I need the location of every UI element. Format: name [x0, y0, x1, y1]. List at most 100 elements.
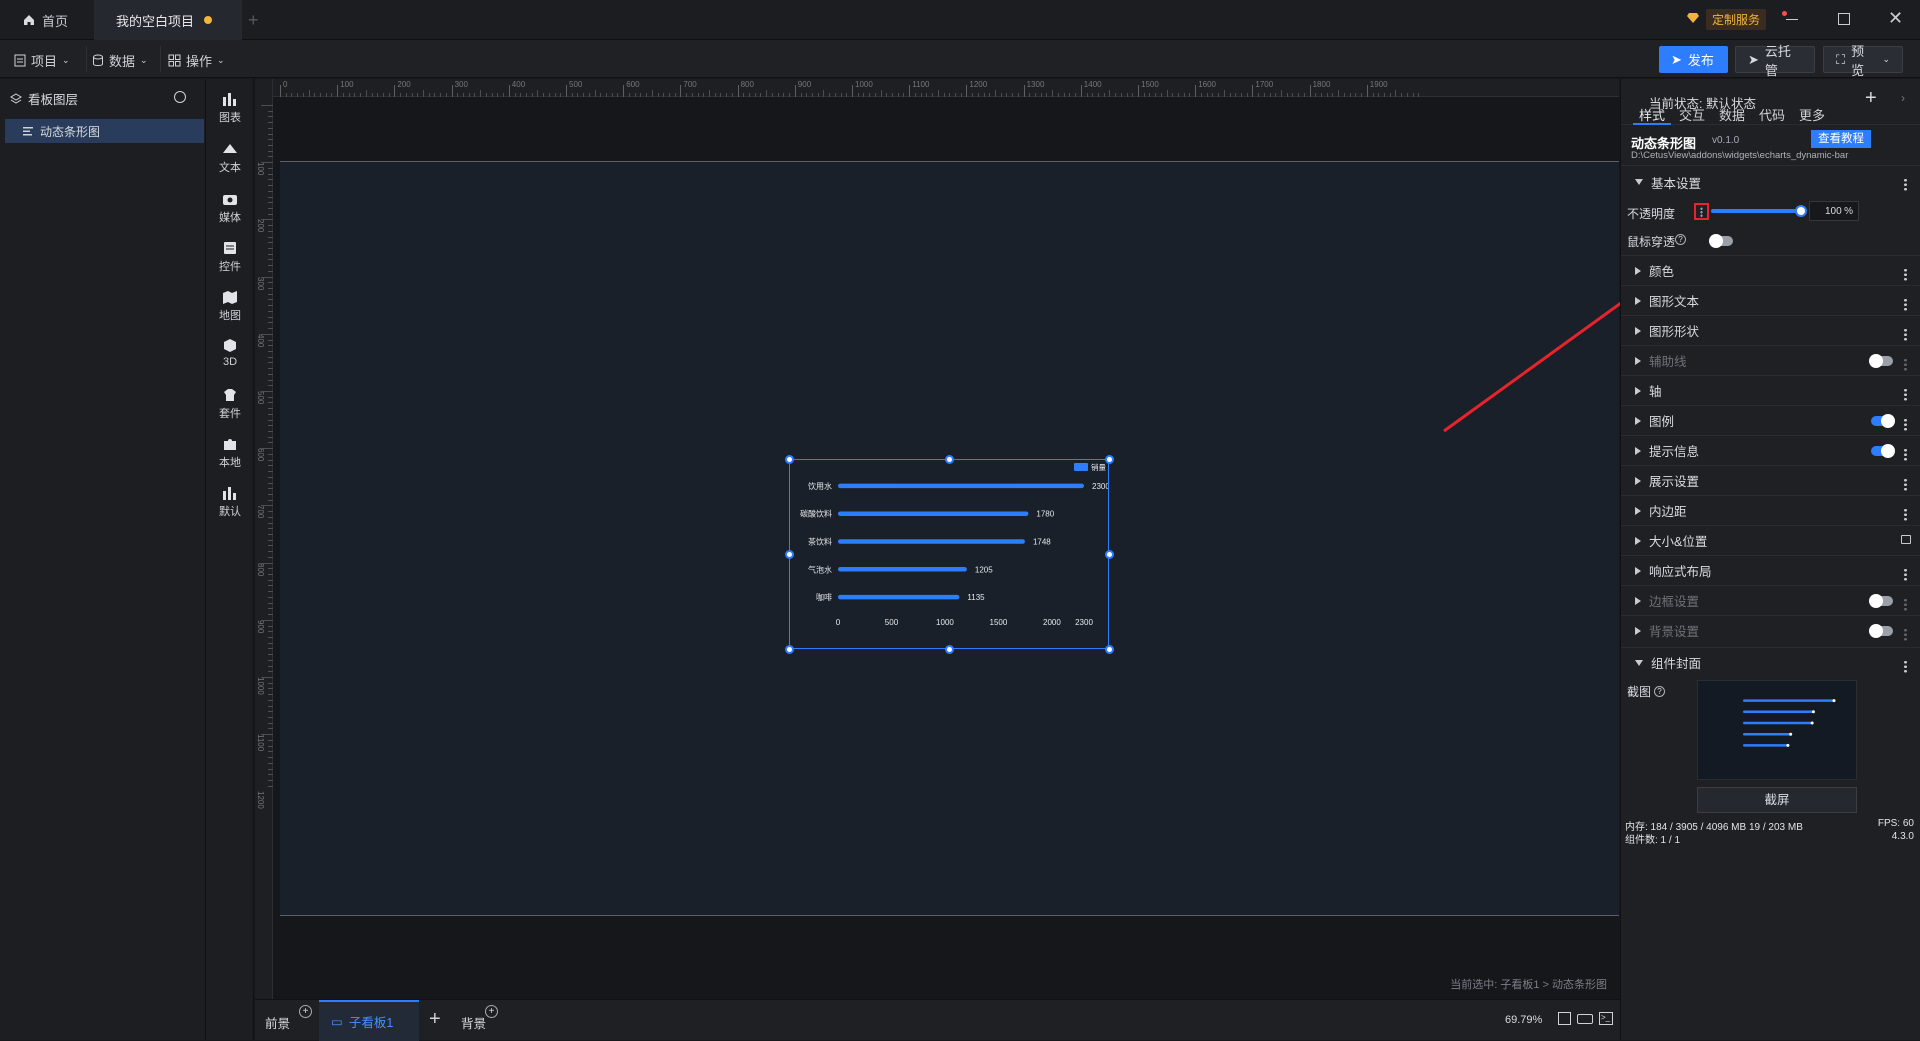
resize-handle[interactable]	[785, 455, 794, 464]
foreground-tab[interactable]: 前景	[265, 1013, 290, 1032]
section-item[interactable]: 内边距	[1621, 495, 1920, 525]
section-toggle[interactable]	[1869, 594, 1893, 608]
chart-icon	[223, 93, 236, 106]
opacity-input[interactable]: 100 %	[1809, 201, 1859, 221]
tool-map[interactable]: 地图	[206, 289, 254, 323]
section-item[interactable]: 轴	[1621, 375, 1920, 405]
bar	[1743, 710, 1814, 714]
kebab-menu-icon[interactable]	[1694, 203, 1709, 220]
tab-home[interactable]: 首页	[0, 0, 94, 40]
tool-media[interactable]: 媒体	[206, 191, 254, 225]
ruler-minor-tick	[268, 282, 273, 284]
publish-button[interactable]: ➤ 发布	[1659, 46, 1728, 73]
add-board-icon[interactable]: +	[429, 1008, 441, 1031]
resize-handle[interactable]	[785, 550, 794, 559]
section-item[interactable]: 边框设置	[1621, 585, 1920, 615]
minimize-icon[interactable]	[1786, 19, 1798, 20]
chart-widget[interactable]: 饮用水 2300 碳酸饮料 1780 茶饮料 1748 气泡水 1205 咖啡 1135 0 500 1…	[789, 459, 1109, 649]
section-item[interactable]: 响应式布局	[1621, 555, 1920, 585]
kebab-menu-icon[interactable]	[1904, 508, 1907, 521]
section-item[interactable]: 图例	[1621, 405, 1920, 435]
menu-data[interactable]: 数据 ⌄	[92, 49, 148, 71]
kebab-menu-icon[interactable]	[1904, 388, 1907, 401]
tool-control[interactable]: 控件	[206, 240, 254, 274]
tool-3d[interactable]: 3D	[206, 338, 254, 368]
kebab-menu-icon[interactable]	[1904, 268, 1907, 281]
tool-local[interactable]: 本地	[206, 436, 254, 470]
resize-handle[interactable]	[1105, 550, 1114, 559]
cloud-hosting-button[interactable]: ➤ 云托管	[1735, 44, 1815, 78]
resize-handle[interactable]	[1105, 645, 1114, 654]
tab-code[interactable]: 代码	[1759, 105, 1785, 124]
section-toggle[interactable]	[1871, 444, 1895, 458]
tab-style[interactable]: 样式	[1639, 105, 1665, 124]
tab-interaction[interactable]: 交互	[1679, 105, 1705, 124]
tool-kit[interactable]: 套件	[206, 387, 254, 421]
tutorial-button[interactable]: 查看教程	[1811, 130, 1871, 148]
menu-ops[interactable]: 操作 ⌄	[168, 49, 225, 71]
snapshot-button[interactable]: 截屏	[1697, 787, 1857, 813]
close-icon[interactable]: ✕	[1888, 8, 1903, 29]
mouse-through-toggle[interactable]	[1709, 234, 1733, 248]
subboard-tab[interactable]: ▭ 子看板1	[319, 1000, 419, 1041]
section-item[interactable]: 颜色	[1621, 255, 1920, 285]
search-icon[interactable]	[174, 91, 186, 103]
kebab-menu-icon[interactable]	[1904, 478, 1907, 491]
menu-project[interactable]: 项目 ⌄	[14, 49, 70, 71]
kebab-menu-icon[interactable]	[1904, 298, 1907, 311]
section-item[interactable]: 图形文本	[1621, 285, 1920, 315]
kebab-menu-icon[interactable]	[1904, 418, 1907, 431]
section-item[interactable]: 图形形状	[1621, 315, 1920, 345]
help-icon[interactable]: ?	[1675, 234, 1686, 245]
fit-screen-icon[interactable]	[1558, 1012, 1571, 1025]
resize-handle[interactable]	[1105, 455, 1114, 464]
resize-handle[interactable]	[945, 645, 954, 654]
chevron-right-icon[interactable]: ›	[1901, 91, 1905, 105]
terminal-icon[interactable]: >_	[1599, 1012, 1613, 1025]
kebab-menu-icon[interactable]	[1904, 178, 1907, 191]
background-tab[interactable]: 背景	[461, 1013, 486, 1032]
tab-more[interactable]: 更多	[1799, 105, 1825, 124]
ruler-minor-tick	[268, 339, 273, 341]
resize-handle[interactable]	[785, 645, 794, 654]
resize-handle[interactable]	[945, 455, 954, 464]
kebab-menu-icon[interactable]	[1904, 628, 1907, 641]
section-cover[interactable]: 组件封面	[1621, 647, 1920, 677]
lock-icon[interactable]	[1901, 535, 1911, 544]
tool-default[interactable]: 默认	[206, 485, 254, 519]
add-circle-icon[interactable]: +	[299, 1005, 312, 1018]
preview-button[interactable]: ⛶ 预览 ⌄	[1823, 44, 1903, 78]
kebab-menu-icon[interactable]	[1904, 568, 1907, 581]
kebab-menu-icon[interactable]	[1904, 598, 1907, 611]
keyboard-icon[interactable]	[1577, 1014, 1593, 1024]
section-basic[interactable]: 基本设置	[1621, 165, 1920, 198]
add-state-icon[interactable]: +	[1865, 87, 1877, 110]
kebab-menu-icon[interactable]	[1904, 448, 1907, 461]
help-icon[interactable]: ?	[1654, 686, 1666, 697]
section-item[interactable]: 大小&位置	[1621, 525, 1920, 555]
restore-icon[interactable]	[1838, 13, 1850, 25]
custom-service-button[interactable]: 定制服务	[1706, 9, 1767, 30]
section-toggle[interactable]	[1871, 414, 1895, 428]
tool-text[interactable]: 文本	[206, 141, 254, 175]
opacity-slider-thumb[interactable]	[1795, 205, 1807, 217]
tab-data[interactable]: 数据	[1719, 105, 1745, 124]
section-item[interactable]: 展示设置	[1621, 465, 1920, 495]
new-tab-plus-icon[interactable]: +	[248, 10, 259, 31]
section-item[interactable]: 辅助线	[1621, 345, 1920, 375]
layer-item[interactable]: 动态条形图	[5, 119, 204, 143]
section-toggle[interactable]	[1869, 624, 1893, 638]
section-item[interactable]: 提示信息	[1621, 435, 1920, 465]
section-item[interactable]: 背景设置	[1621, 615, 1920, 645]
ruler-minor-tick	[285, 93, 287, 97]
kebab-menu-icon[interactable]	[1904, 660, 1907, 673]
kebab-menu-icon[interactable]	[1904, 358, 1907, 371]
opacity-slider[interactable]	[1711, 205, 1807, 217]
ruler-minor-tick	[960, 93, 962, 97]
add-circle-icon[interactable]: +	[485, 1005, 498, 1018]
tool-chart[interactable]: 图表	[206, 91, 254, 125]
tab-project[interactable]: 我的空白项目	[94, 0, 242, 40]
kebab-menu-icon[interactable]	[1904, 328, 1907, 341]
section-toggle[interactable]	[1869, 354, 1893, 368]
canvas-area[interactable]: 0 100 200 300 400 500 600 700 800 900 1000 1100 1200…	[255, 79, 1619, 999]
